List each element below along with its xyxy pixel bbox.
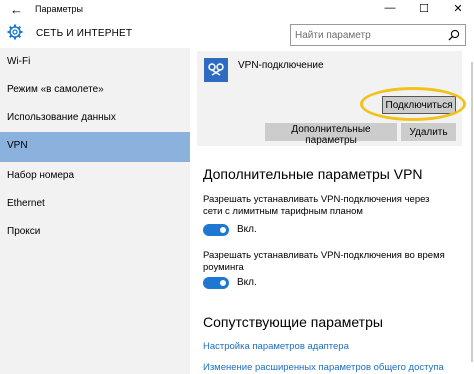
metered-toggle-label: Вкл. <box>237 224 257 235</box>
maximize-button[interactable]: ☐ <box>414 2 434 15</box>
window-title: Параметры <box>35 4 83 14</box>
sidebar-item-airplane-mode[interactable]: Режим «в самолете» <box>0 76 190 106</box>
sidebar-item-proxy[interactable]: Прокси <box>0 218 190 248</box>
scrollbar[interactable] <box>470 52 474 372</box>
sidebar-item-label: Набор номера <box>7 170 75 181</box>
gear-icon <box>7 24 23 40</box>
roaming-toggle[interactable] <box>203 277 229 289</box>
sidebar-item-label: Использование данных <box>7 112 116 123</box>
title-bar: ← Параметры — ☐ ✕ <box>0 0 474 20</box>
sidebar-item-label: Прокси <box>7 226 41 237</box>
metered-description: Разрешать устанавливать VPN-подключения … <box>203 194 430 217</box>
vpn-key-icon <box>208 63 224 76</box>
toggle-knob <box>220 280 226 286</box>
section-title: СЕТЬ И ИНТЕРНЕТ <box>36 28 133 39</box>
toggle-knob <box>220 227 226 233</box>
vpn-connection-card[interactable]: VPN-подключение Подключиться Дополнитель… <box>197 51 466 146</box>
sidebar-item-wifi[interactable]: Wi-Fi <box>0 48 190 78</box>
related-settings-heading: Сопутствующие параметры <box>203 314 383 330</box>
scrollbar-thumb[interactable] <box>471 62 473 362</box>
sidebar-item-label: Wi-Fi <box>7 56 31 67</box>
search-box[interactable] <box>290 24 466 46</box>
connect-button[interactable]: Подключиться <box>382 96 456 114</box>
page-header: СЕТЬ И ИНТЕРНЕТ <box>0 20 474 48</box>
delete-button[interactable]: Удалить <box>401 123 456 141</box>
roaming-toggle-label: Вкл. <box>237 277 257 288</box>
sidebar-item-dial-up[interactable]: Набор номера <box>0 162 190 192</box>
sidebar-item-data-usage[interactable]: Использование данных <box>0 104 190 134</box>
sidebar-item-label: Ethernet <box>7 198 45 209</box>
main-content: VPN-подключение Подключиться Дополнитель… <box>190 48 474 374</box>
back-arrow-icon[interactable]: ← <box>10 2 23 17</box>
sidebar: Wi-Fi Режим «в самолете» Использование д… <box>0 48 190 374</box>
close-button[interactable]: ✕ <box>448 2 468 15</box>
roaming-description: Разрешать устанавливать VPN-подключения … <box>203 250 445 273</box>
vpn-tile <box>204 58 228 82</box>
adapter-settings-link[interactable]: Настройка параметров адаптера <box>203 341 349 352</box>
search-icon[interactable] <box>448 29 460 41</box>
search-input[interactable] <box>295 27 435 43</box>
sidebar-item-label: Режим «в самолете» <box>7 84 104 95</box>
minimize-button[interactable]: — <box>380 2 400 14</box>
sidebar-item-ethernet[interactable]: Ethernet <box>0 190 190 220</box>
advanced-options-button[interactable]: Дополнительные параметры <box>265 123 397 146</box>
sharing-settings-link[interactable]: Изменение расширенных параметров общего … <box>203 362 444 373</box>
sidebar-item-label: VPN <box>7 140 28 151</box>
sidebar-item-vpn[interactable]: VPN <box>0 132 190 162</box>
metered-toggle[interactable] <box>203 224 229 236</box>
vpn-connection-name: VPN-подключение <box>238 60 324 71</box>
advanced-vpn-heading: Дополнительные параметры VPN <box>203 166 423 182</box>
